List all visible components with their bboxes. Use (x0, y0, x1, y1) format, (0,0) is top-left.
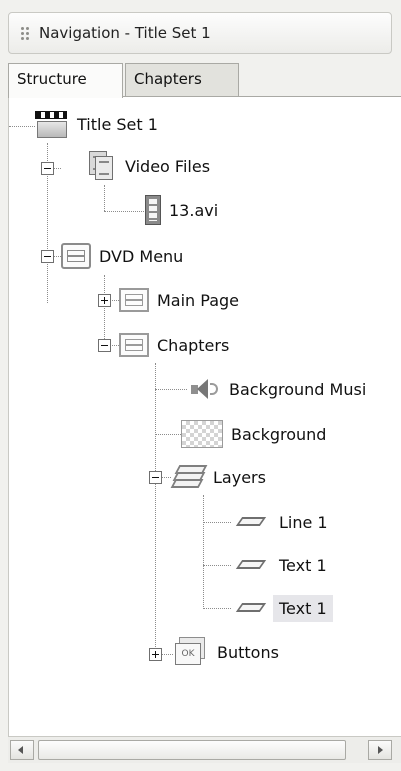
tab-structure[interactable]: Structure (8, 63, 123, 98)
tree-node-layers[interactable]: Layers (170, 463, 266, 491)
collapse-layers-toggle[interactable] (149, 471, 162, 484)
structure-tree[interactable]: Title Set 1 Video Files 13.avi DVD Menu … (8, 96, 401, 737)
tree-node-video-file[interactable]: 13.avi (145, 195, 219, 225)
layers-icon (170, 463, 208, 491)
tree-node-label: Text 1 (279, 555, 327, 575)
shape-icon (231, 557, 271, 573)
tree-node-label: 13.avi (169, 200, 219, 220)
tab-chapters[interactable]: Chapters (125, 63, 239, 96)
tree-node-text-1-selected[interactable]: Text 1 (231, 594, 333, 622)
tree-node-buttons[interactable]: OK Buttons (175, 637, 279, 667)
shape-icon (231, 514, 271, 530)
tree-node-label: Chapters (157, 335, 230, 355)
horizontal-scrollbar[interactable] (8, 736, 401, 763)
clapperboard-icon (35, 110, 69, 138)
filmstrip-icon (145, 195, 161, 225)
tree-node-label: Text 1 (273, 594, 333, 622)
panel-title-bar[interactable]: Navigation - Title Set 1 (8, 12, 392, 54)
menu-page-icon (119, 333, 149, 357)
tree-node-video-files[interactable]: Video Files (89, 151, 211, 181)
tree-node-label: Main Page (157, 290, 240, 310)
tree-node-label: Background (231, 424, 327, 444)
navigation-panel: Navigation - Title Set 1 Structure Chapt… (0, 0, 401, 771)
tree-node-chapters[interactable]: Chapters (119, 331, 229, 359)
expand-main-page-toggle[interactable] (98, 294, 111, 307)
collapse-chapters-toggle[interactable] (98, 339, 111, 352)
tree-node-label: DVD Menu (99, 246, 184, 266)
tree-node-label: Background Musi (229, 379, 367, 399)
scroll-left-button[interactable] (10, 740, 34, 760)
checkerboard-icon (181, 420, 223, 448)
tree-node-label: Buttons (217, 642, 279, 662)
tree-node-line-1[interactable]: Line 1 (231, 508, 328, 536)
tree-node-background-music[interactable]: Background Musi (187, 375, 366, 403)
video-files-icon (89, 151, 117, 181)
tree-node-background[interactable]: Background (181, 420, 326, 448)
collapse-dvd-menu-toggle[interactable] (41, 250, 54, 263)
tree-node-dvd-menu[interactable]: DVD Menu (61, 242, 183, 270)
tree-node-title-set[interactable]: Title Set 1 (35, 110, 158, 138)
menu-icon (61, 243, 91, 269)
panel-title: Navigation - Title Set 1 (39, 24, 211, 42)
grip-icon[interactable] (21, 26, 31, 40)
scroll-right-button[interactable] (368, 740, 392, 760)
ok-button-icon: OK (175, 637, 209, 667)
tree-node-label: Title Set 1 (77, 114, 158, 134)
scrollbar-thumb[interactable] (38, 740, 346, 760)
shape-icon (231, 600, 271, 616)
tree-node-main-page[interactable]: Main Page (119, 286, 239, 314)
menu-page-icon (119, 288, 149, 312)
tree-node-text-1[interactable]: Text 1 (231, 551, 327, 579)
tree-node-label: Layers (213, 467, 266, 487)
tree-node-label: Line 1 (279, 512, 328, 532)
collapse-video-files-toggle[interactable] (41, 162, 54, 175)
speaker-icon (187, 377, 221, 401)
expand-buttons-toggle[interactable] (149, 648, 162, 661)
tree-node-label: Video Files (125, 156, 211, 176)
